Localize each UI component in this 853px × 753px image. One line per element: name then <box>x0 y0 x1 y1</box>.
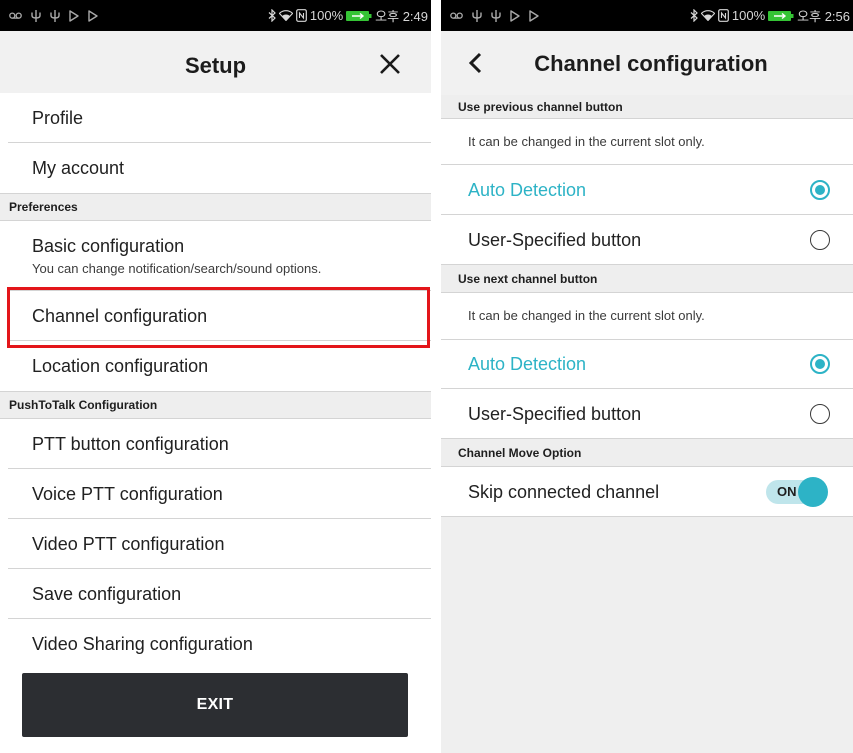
channel-configuration-screen: 100% 오후 2:56 Channel configuration Use p… <box>441 0 853 753</box>
option-user-specified-button[interactable]: User-Specified button <box>441 389 853 439</box>
setting-skip-connected-channel[interactable]: Skip connected channel ON <box>441 467 853 517</box>
play-store-icon <box>88 9 98 22</box>
nfc-icon <box>296 9 307 22</box>
menu-item-label: Voice PTT configuration <box>32 484 223 504</box>
notification-area <box>9 0 98 31</box>
info-row: It can be changed in the current slot on… <box>441 293 853 340</box>
menu-item-label: PTT button configuration <box>32 434 229 454</box>
play-store-icon <box>69 9 79 22</box>
radio-button[interactable] <box>810 179 830 200</box>
info-row: It can be changed in the current slot on… <box>441 119 853 165</box>
section-header-previous-channel: Use previous channel button <box>441 95 853 119</box>
option-label: Auto Detection <box>468 179 587 200</box>
toggle-knob <box>798 476 828 507</box>
nfc-icon <box>718 9 729 22</box>
menu-item-label: My account <box>32 158 125 178</box>
page-title: Setup <box>184 53 247 78</box>
battery-percent: 100% <box>731 8 766 23</box>
status-bar: 100% 오후 2:56 <box>441 0 853 31</box>
menu-item-voice-ptt-configuration[interactable]: Voice PTT configuration <box>0 469 431 519</box>
notification-area <box>450 0 539 31</box>
bluetooth-icon <box>690 9 698 22</box>
close-icon[interactable] <box>379 53 401 75</box>
clock: 오후 2:49 <box>375 9 428 24</box>
radio-button[interactable] <box>810 403 830 424</box>
menu-item-label: Video PTT configuration <box>32 534 225 554</box>
section-header-preferences: Preferences <box>0 193 431 221</box>
option-label: Auto Detection <box>468 354 587 374</box>
app-bar: Channel configuration <box>441 31 853 95</box>
menu-item-label: Location configuration <box>32 356 209 376</box>
toggle-state-label: ON <box>777 483 797 499</box>
voicemail-icon <box>9 11 22 19</box>
battery-charging-icon <box>346 10 372 21</box>
wifi-icon <box>278 10 293 21</box>
info-note: It can be changed in the current slot on… <box>468 308 705 323</box>
usb-icon <box>491 9 501 22</box>
status-bar: 100% 오후 2:49 <box>0 0 431 31</box>
menu-item-label: Save configuration <box>32 584 182 604</box>
menu-item-channel-configuration[interactable]: Channel configuration <box>0 291 431 341</box>
exit-button[interactable]: EXIT <box>22 673 408 737</box>
section-header-next-channel: Use next channel button <box>441 265 853 293</box>
menu-item-ptt-button-configuration[interactable]: PTT button configuration <box>0 419 431 469</box>
option-auto-detection[interactable]: Auto Detection <box>441 340 853 389</box>
section-header-pushtotalk: PushToTalk Configuration <box>0 391 431 419</box>
usb-icon <box>50 9 60 22</box>
menu-item-video-ptt-configuration[interactable]: Video PTT configuration <box>0 519 431 569</box>
setting-label: Skip connected channel <box>468 481 660 502</box>
menu-item-basic-configuration[interactable]: Basic configuration You can change notif… <box>0 221 431 291</box>
app-bar: Setup <box>0 31 431 93</box>
bluetooth-icon <box>268 9 276 22</box>
clock: 오후 2:56 <box>797 9 850 24</box>
radio-button[interactable] <box>810 229 830 250</box>
menu-item-profile[interactable]: Profile <box>0 93 431 143</box>
close-button[interactable] <box>376 50 404 78</box>
menu-item-my-account[interactable]: My account <box>0 143 431 193</box>
menu-item-video-sharing-configuration[interactable]: Video Sharing configuration <box>0 619 431 669</box>
setup-screen: 100% 오후 2:49 Setup Profile My account Pr… <box>0 0 431 753</box>
menu-item-save-configuration[interactable]: Save configuration <box>0 569 431 619</box>
play-store-icon <box>510 9 520 22</box>
menu-item-location-configuration[interactable]: Location configuration <box>0 341 431 391</box>
menu-item-subtitle: You can change notification/search/sound… <box>32 261 322 276</box>
usb-icon <box>31 9 41 22</box>
toggle-switch[interactable]: ON <box>766 476 828 507</box>
menu-item-label: Channel configuration <box>32 306 208 326</box>
play-store-icon <box>529 9 539 22</box>
option-label: User-Specified button <box>468 403 642 424</box>
system-status-area: 100% 오후 2:49 <box>268 0 428 31</box>
menu-item-label: Basic configuration <box>32 236 185 256</box>
page-title: Channel configuration <box>534 51 768 76</box>
voicemail-icon <box>450 11 463 19</box>
section-header-channel-move: Channel Move Option <box>441 439 853 467</box>
battery-percent: 100% <box>309 8 344 23</box>
info-note: It can be changed in the current slot on… <box>468 133 705 149</box>
option-label: User-Specified button <box>468 229 642 250</box>
menu-item-label: Profile <box>32 108 84 128</box>
menu-item-label: Video Sharing configuration <box>32 634 253 654</box>
radio-button[interactable] <box>810 354 830 374</box>
battery-charging-icon <box>768 10 794 21</box>
usb-icon <box>472 9 482 22</box>
wifi-icon <box>700 10 715 21</box>
system-status-area: 100% 오후 2:56 <box>690 0 850 31</box>
option-auto-detection[interactable]: Auto Detection <box>441 165 853 215</box>
option-user-specified-button[interactable]: User-Specified button <box>441 215 853 265</box>
